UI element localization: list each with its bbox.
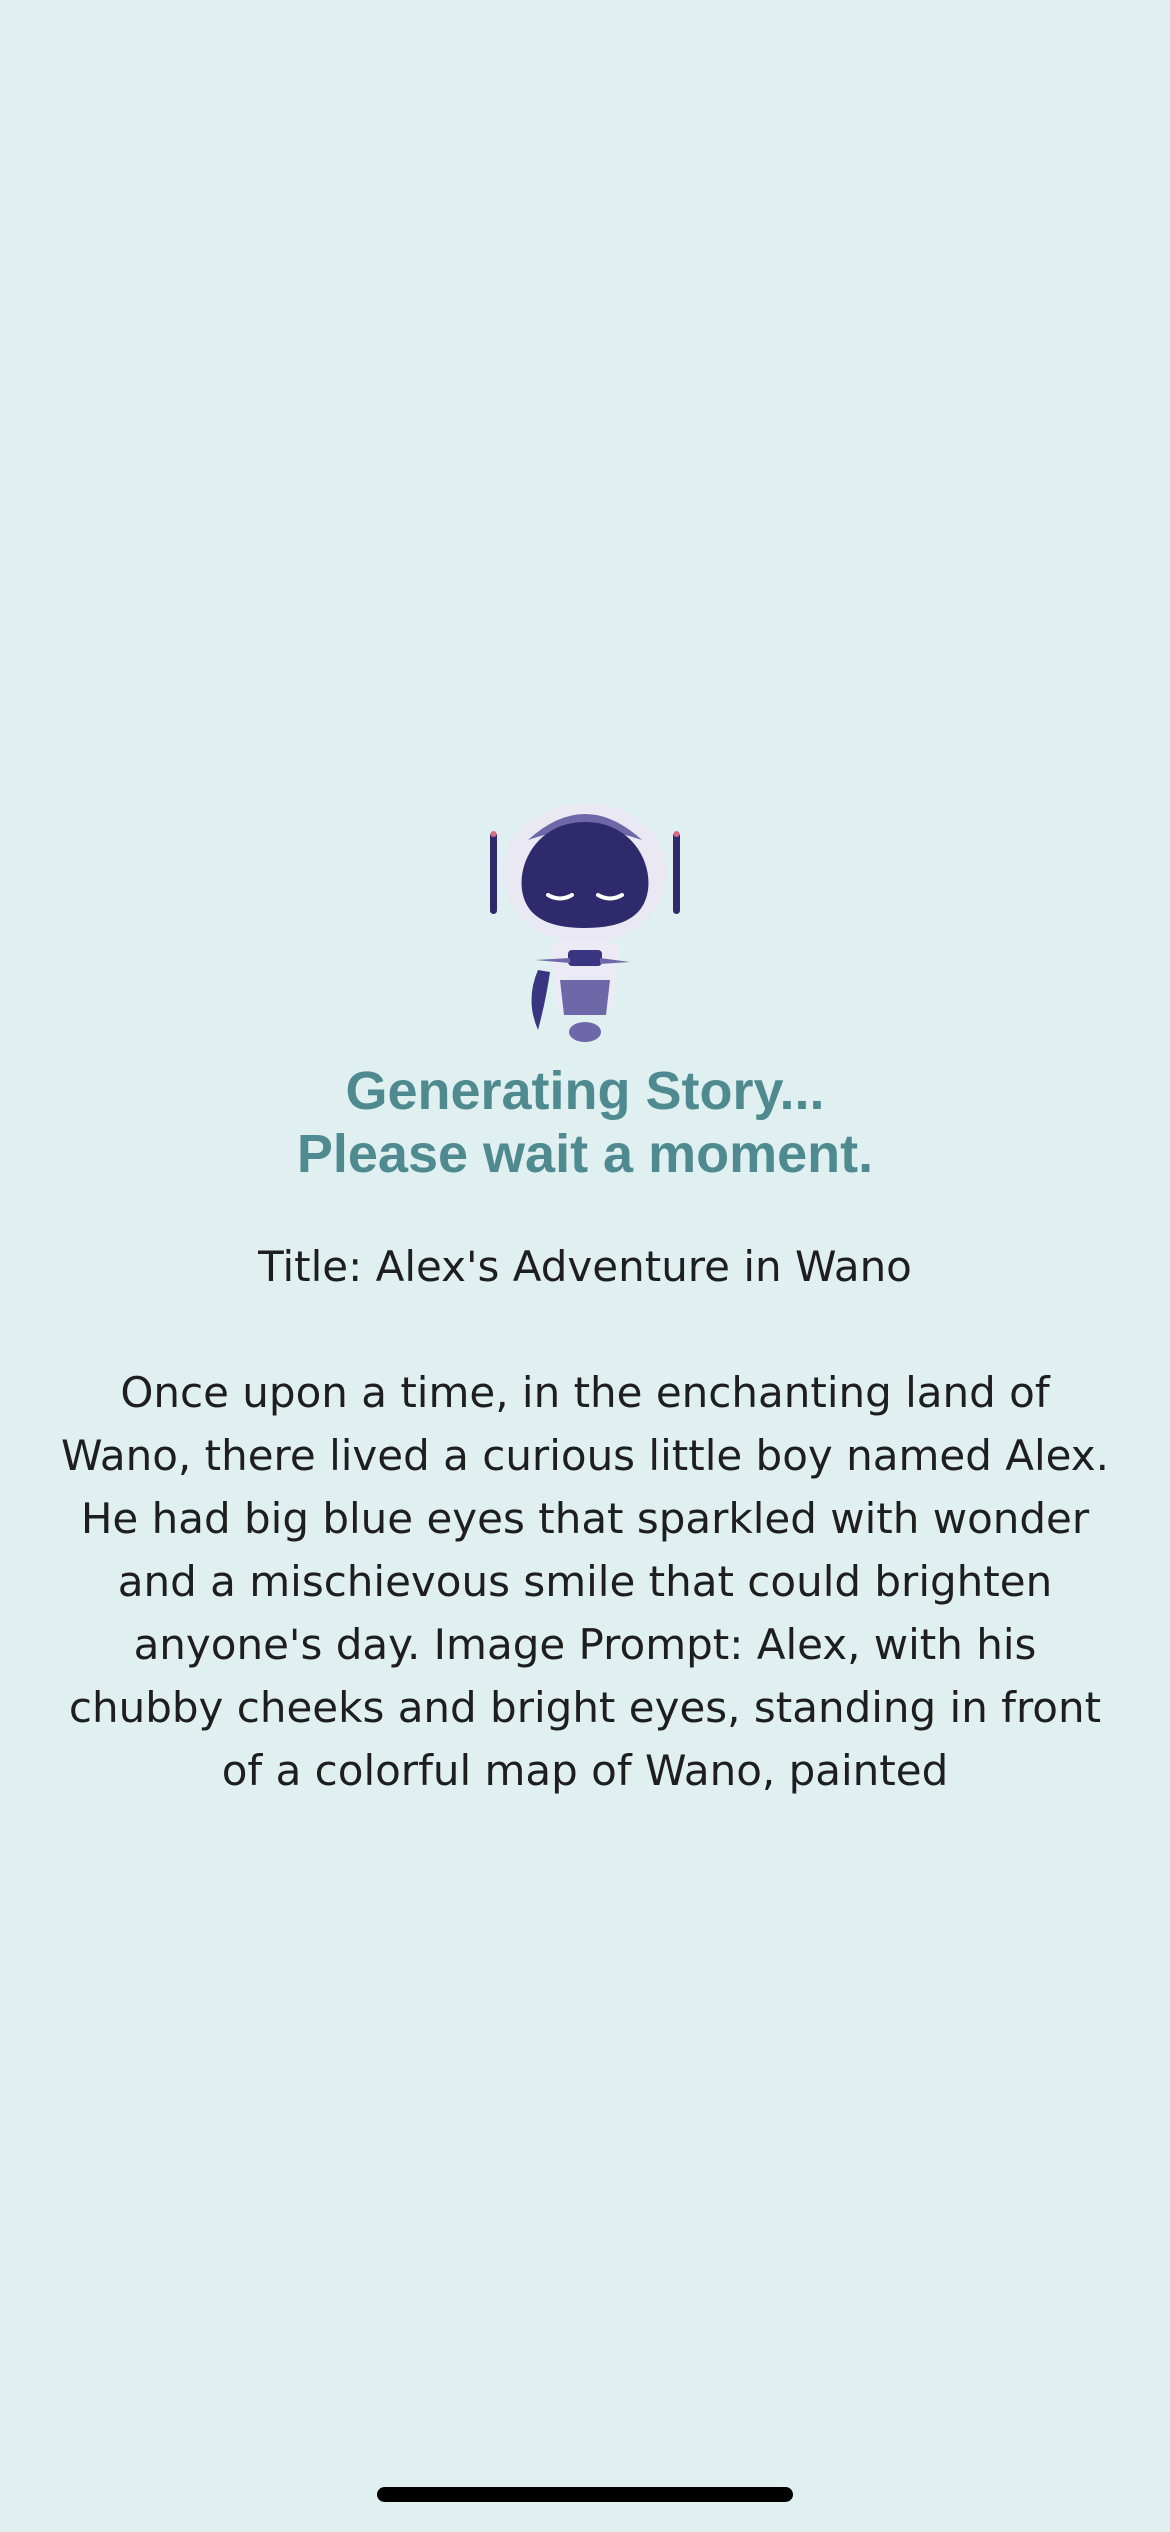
loading-heading-line2: Please wait a moment. (296, 1124, 874, 1184)
robot-mascot-icon (490, 803, 680, 1042)
story-spacer (55, 1298, 1115, 1361)
story-title: Title: Alex's Adventure in Wano (258, 1242, 912, 1291)
home-indicator[interactable] (377, 2487, 793, 2502)
story-preview: Title: Alex's Adventure in Wano Once upo… (55, 1235, 1115, 1802)
story-body: Once upon a time, in the enchanting land… (61, 1368, 1109, 1795)
loading-heading-line1: Generating Story... (345, 1061, 825, 1121)
loading-heading: Generating Story... Please wait a moment… (0, 1060, 1170, 1186)
